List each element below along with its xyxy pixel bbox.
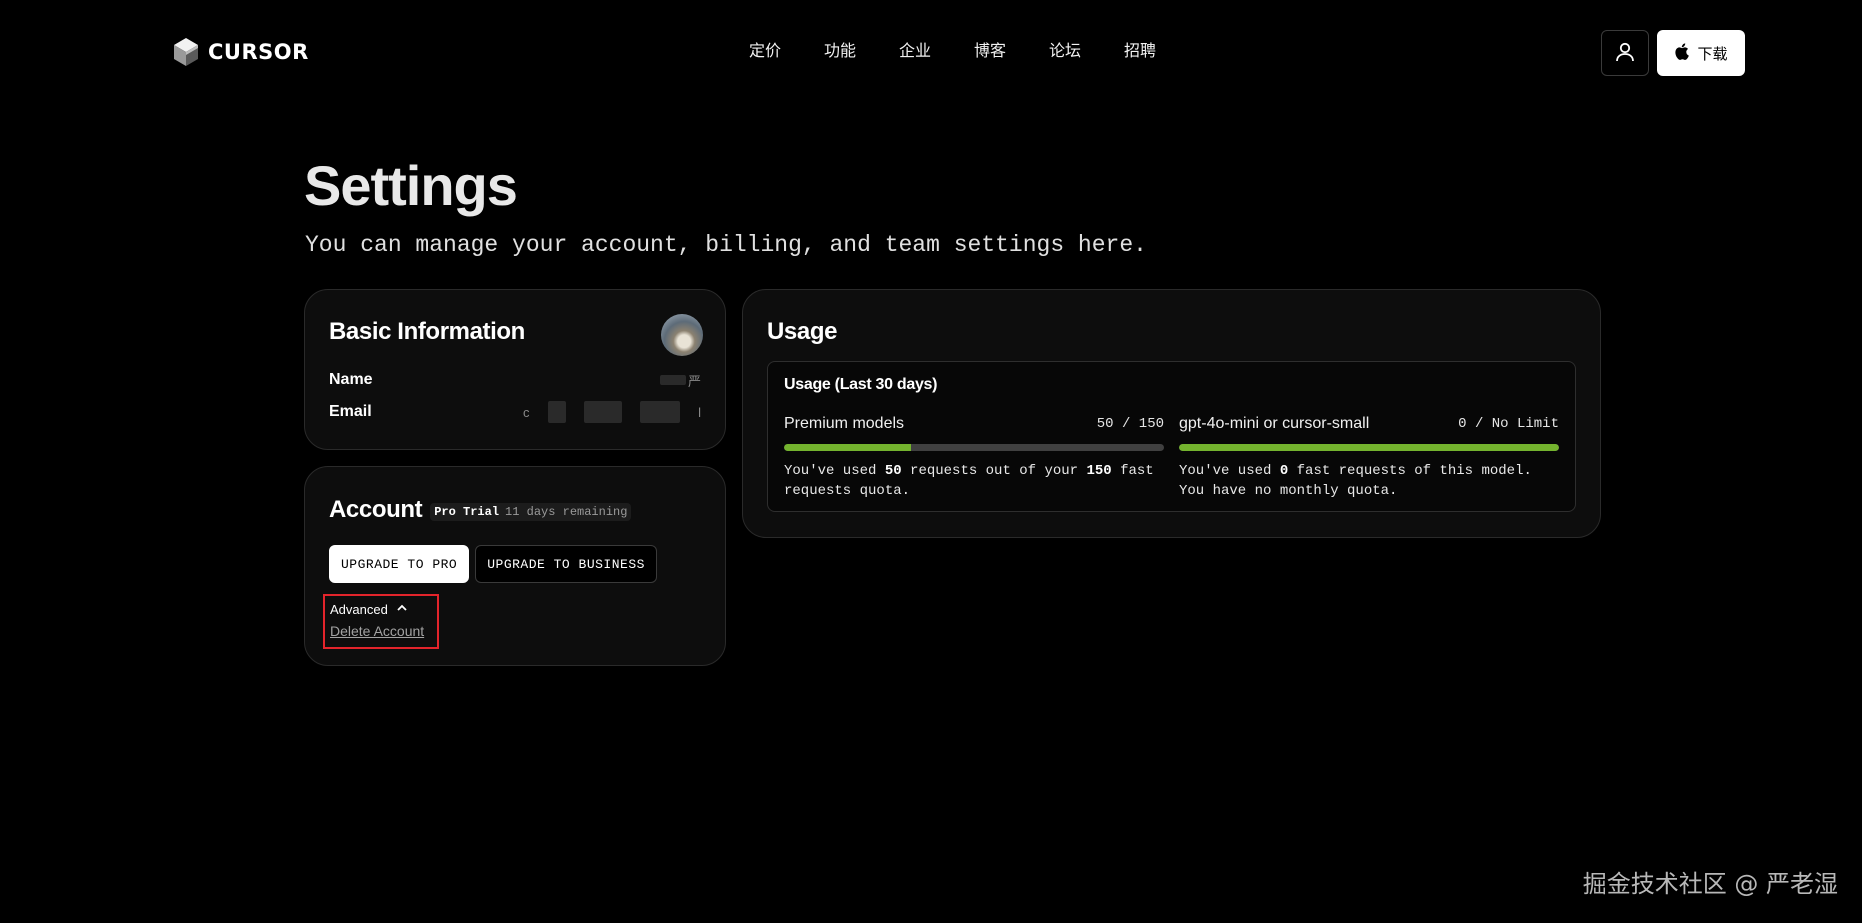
account-heading-row: Account Pro Trial 11 days remaining bbox=[329, 495, 632, 525]
nav-link-blog[interactable]: 博客 bbox=[974, 40, 1049, 64]
basic-information-heading: Basic Information bbox=[329, 318, 525, 345]
advanced-label: Advanced bbox=[330, 602, 388, 617]
nav-link-features[interactable]: 功能 bbox=[824, 40, 899, 64]
upgrade-to-pro-button[interactable]: UPGRADE TO PRO bbox=[329, 545, 470, 583]
small-model-progress-track bbox=[1179, 444, 1559, 451]
small-model-usage: gpt-4o-mini or cursor-small 0 / No Limit… bbox=[1179, 414, 1559, 501]
upgrade-to-business-button[interactable]: UPGRADE TO BUSINESS bbox=[475, 545, 657, 583]
account-card: Account Pro Trial 11 days remaining UPGR… bbox=[304, 466, 726, 666]
user-account-button[interactable] bbox=[1601, 30, 1649, 76]
page-title: Settings bbox=[304, 154, 518, 217]
desc-text: requests out of your bbox=[901, 463, 1087, 479]
logo-link[interactable]: CURSOR bbox=[172, 36, 309, 68]
desc-limit: 150 bbox=[1086, 463, 1112, 479]
name-value: 严 bbox=[659, 369, 701, 391]
desc-used: 0 bbox=[1279, 463, 1289, 479]
name-row: Name 严 bbox=[329, 369, 701, 391]
main-nav: 定价 功能 企业 博客 论坛 招聘 bbox=[749, 40, 1156, 64]
name-label: Name bbox=[329, 371, 373, 388]
cursor-cube-icon bbox=[172, 36, 200, 68]
advanced-highlight-box: Advanced Delete Account bbox=[323, 594, 439, 649]
premium-model-name: Premium models bbox=[784, 415, 905, 432]
small-model-usage-description: You've used 0 fast requests of this mode… bbox=[1179, 461, 1559, 501]
small-model-usage-header: gpt-4o-mini or cursor-small 0 / No Limit bbox=[1179, 414, 1559, 434]
premium-progress-track bbox=[784, 444, 1164, 451]
plan-remaining: 11 days remaining bbox=[505, 505, 628, 519]
apple-icon bbox=[1674, 42, 1690, 64]
nav-link-pricing[interactable]: 定价 bbox=[749, 40, 824, 64]
plan-badge: Pro Trial 11 days remaining bbox=[430, 503, 632, 521]
usage-heading: Usage bbox=[767, 318, 838, 345]
upgrade-buttons: UPGRADE TO PRO UPGRADE TO BUSINESS bbox=[329, 545, 657, 583]
small-model-count: 0 / No Limit bbox=[1458, 416, 1559, 432]
email-value-start: c bbox=[523, 404, 530, 420]
email-value: c l bbox=[523, 401, 701, 423]
account-heading: Account bbox=[329, 496, 423, 523]
plan-name: Pro Trial bbox=[434, 505, 500, 519]
logo-text: CURSOR bbox=[208, 40, 309, 64]
nav-link-enterprise[interactable]: 企业 bbox=[899, 40, 974, 64]
basic-information-card: Basic Information Name 严 Email c l bbox=[304, 289, 726, 450]
nav-link-careers[interactable]: 招聘 bbox=[1124, 40, 1156, 64]
usage-card: Usage Usage (Last 30 days) Premium model… bbox=[742, 289, 1601, 538]
premium-model-count: 50 / 150 bbox=[1096, 416, 1164, 432]
nav-link-forum[interactable]: 论坛 bbox=[1049, 40, 1124, 64]
page: CURSOR 定价 功能 企业 博客 论坛 招聘 下载 Settings You… bbox=[0, 0, 1862, 923]
watermark: 掘金技术社区 @ 严老湿 bbox=[1582, 870, 1838, 898]
premium-usage-header: Premium models 50 / 150 bbox=[784, 414, 1164, 434]
advanced-toggle[interactable]: Advanced bbox=[330, 602, 408, 617]
download-label: 下载 bbox=[1697, 45, 1728, 63]
redacted-block bbox=[639, 401, 680, 423]
premium-usage: Premium models 50 / 150 You've used 50 r… bbox=[784, 414, 1164, 501]
premium-progress-fill bbox=[784, 444, 911, 451]
user-icon bbox=[1614, 41, 1636, 66]
email-value-end: l bbox=[698, 404, 701, 420]
usage-panel: Usage (Last 30 days) Premium models 50 /… bbox=[767, 361, 1576, 512]
desc-text: You've used bbox=[784, 463, 885, 479]
small-model-name: gpt-4o-mini or cursor-small bbox=[1179, 415, 1370, 432]
page-subtitle: You can manage your account, billing, an… bbox=[305, 232, 1147, 258]
usage-period-label: Usage (Last 30 days) bbox=[784, 376, 938, 393]
avatar[interactable] bbox=[661, 314, 703, 356]
redacted-block bbox=[583, 401, 622, 423]
download-button[interactable]: 下载 bbox=[1657, 30, 1745, 76]
premium-usage-description: You've used 50 requests out of your 150 … bbox=[784, 461, 1164, 501]
small-model-progress-fill bbox=[1179, 444, 1559, 451]
desc-text: You've used bbox=[1179, 463, 1280, 479]
delete-account-link[interactable]: Delete Account bbox=[330, 623, 424, 639]
name-value-text: 严 bbox=[687, 373, 701, 389]
email-label: Email bbox=[329, 403, 372, 420]
redacted-block bbox=[659, 375, 686, 385]
chevron-up-icon bbox=[396, 602, 408, 617]
email-row: Email c l bbox=[329, 401, 701, 423]
desc-used: 50 bbox=[884, 463, 902, 479]
redacted-block bbox=[547, 401, 566, 423]
navbar: CURSOR 定价 功能 企业 博客 论坛 招聘 下载 bbox=[0, 0, 1862, 106]
